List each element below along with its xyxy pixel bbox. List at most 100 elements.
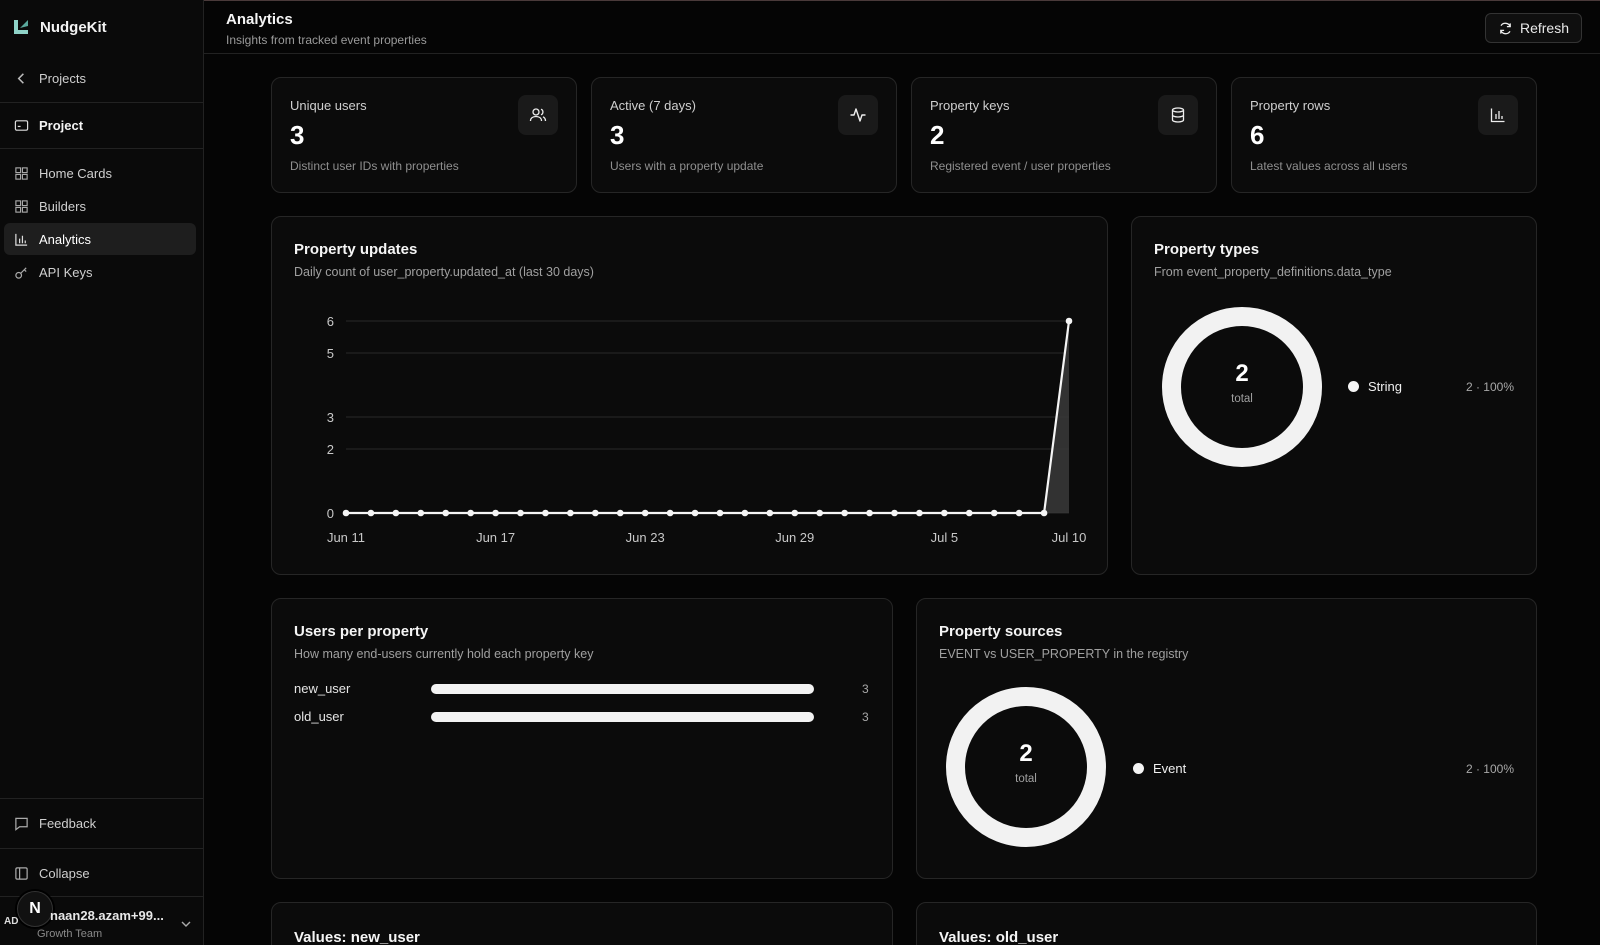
x-tick-label: Jun 29 xyxy=(775,530,814,545)
data-point xyxy=(342,509,350,517)
data-point xyxy=(916,509,923,517)
stat-label: Active (7 days) xyxy=(610,98,696,113)
y-tick-label: 2 xyxy=(327,442,334,457)
data-point xyxy=(766,509,774,517)
legend-dot xyxy=(1348,381,1359,392)
folder-icon xyxy=(14,119,29,131)
sidebar-divider xyxy=(0,798,204,799)
project-selector[interactable]: Project xyxy=(4,109,196,141)
data-point xyxy=(542,509,549,517)
stat-icon-box xyxy=(1478,95,1518,135)
sidebar-item-label: Home Cards xyxy=(39,165,112,181)
data-point xyxy=(965,509,973,517)
avatar[interactable]: N xyxy=(17,891,53,927)
bar-label: old_user xyxy=(294,709,344,724)
data-point xyxy=(866,509,873,517)
brand[interactable]: NudgeKit xyxy=(12,14,107,40)
data-point xyxy=(592,509,599,517)
refresh-label: Refresh xyxy=(1519,20,1569,36)
page-subtitle: Insights from tracked event properties xyxy=(226,33,427,47)
sidebar-item-analytics[interactable]: Analytics xyxy=(4,223,196,255)
card-subtitle: How many end-users currently hold each p… xyxy=(294,647,594,661)
stat-card-property-keys: Property keys 2 Registered event / user … xyxy=(911,77,1217,193)
bar-track xyxy=(431,712,814,722)
sidebar-item-api-keys[interactable]: API Keys xyxy=(4,256,196,288)
property-sources-card: Property sources EVENT vs USER_PROPERTY … xyxy=(916,598,1537,879)
data-point xyxy=(616,509,624,517)
data-point xyxy=(666,509,674,517)
y-tick-label: 5 xyxy=(327,346,334,361)
page-header: Analytics Insights from tracked event pr… xyxy=(204,0,1600,54)
bar-label: new_user xyxy=(294,681,351,696)
database-icon xyxy=(1171,107,1185,123)
chevron-left-icon xyxy=(17,72,24,84)
y-tick-label: 3 xyxy=(327,410,334,425)
x-tick-label: Jun 23 xyxy=(626,530,665,545)
stat-note: Distinct user IDs with properties xyxy=(290,159,459,173)
user-email: naan28.azam+99... xyxy=(50,908,164,923)
data-point xyxy=(641,509,649,517)
grid-icon xyxy=(15,166,28,180)
data-point xyxy=(891,509,898,517)
stat-label: Property keys xyxy=(930,98,1010,113)
page-title: Analytics xyxy=(226,11,293,28)
stat-label: Property rows xyxy=(1250,98,1331,113)
data-point xyxy=(392,509,400,517)
project-label: Project xyxy=(39,117,84,133)
sidebar-divider xyxy=(0,148,204,149)
refresh-button[interactable]: Refresh xyxy=(1484,13,1582,43)
user-team: Growth Team xyxy=(37,928,103,940)
stat-icon-box xyxy=(838,95,878,135)
x-tick-label: Jun 17 xyxy=(476,530,515,545)
card-title: Values: old_user xyxy=(939,929,1059,945)
card-title: Values: new_user xyxy=(294,929,420,945)
x-tick-label: Jul 10 xyxy=(1052,530,1087,545)
stat-note: Users with a property update xyxy=(610,159,764,173)
sidebar-item-label: Analytics xyxy=(39,231,92,247)
legend-dot xyxy=(1133,763,1144,774)
refresh-icon xyxy=(1500,22,1511,34)
data-point xyxy=(716,509,724,517)
sidebar-item-label: API Keys xyxy=(39,264,93,280)
data-point xyxy=(990,509,998,517)
bar-count: 3 xyxy=(862,682,869,696)
data-point xyxy=(492,509,499,517)
stat-icon-box xyxy=(518,95,558,135)
nudgekit-logo-icon xyxy=(14,20,28,34)
property-updates-chart: 0 2 3 5 6 Jun 11 Jun 17 Jun 23 Jun 29 Jul 5 Jul 10 xyxy=(327,314,1087,545)
data-point xyxy=(941,509,948,517)
sidebar-item-home-cards[interactable]: Home Cards xyxy=(4,157,196,189)
bar-chart-icon xyxy=(15,233,28,246)
chevron-down-icon[interactable] xyxy=(180,918,192,930)
stat-card-active-7-days: Active (7 days) 3 Users with a property … xyxy=(591,77,897,193)
data-point xyxy=(741,509,749,517)
stat-icon-box xyxy=(1158,95,1198,135)
stat-note: Registered event / user properties xyxy=(930,159,1111,173)
card-subtitle: From event_property_definitions.data_typ… xyxy=(1154,265,1392,279)
bar-track xyxy=(431,684,814,694)
data-point xyxy=(417,509,425,517)
stat-value: 3 xyxy=(290,120,305,150)
stat-card-property-rows: Property rows 6 Latest values across all… xyxy=(1231,77,1537,193)
x-tick-label: Jun 11 xyxy=(327,530,365,545)
values-old-user-card: Values: old_user xyxy=(916,902,1537,945)
avatar-letter: N xyxy=(29,900,41,917)
card-title: Property types xyxy=(1154,241,1260,258)
data-point xyxy=(517,509,524,517)
property-updates-card: Property updates Daily count of user_pro… xyxy=(271,216,1108,575)
feedback-button[interactable]: Feedback xyxy=(4,807,196,839)
sidebar-item-label: Builders xyxy=(39,198,86,214)
data-point xyxy=(1015,509,1023,517)
sidebar-item-builders[interactable]: Builders xyxy=(4,190,196,222)
y-tick-label: 0 xyxy=(327,506,334,521)
data-point xyxy=(791,509,799,517)
donut-caption: total xyxy=(1015,773,1037,785)
back-to-projects-link[interactable]: Projects xyxy=(4,62,196,94)
data-point xyxy=(467,509,474,517)
legend-value: 2 · 100% xyxy=(1465,762,1514,776)
stat-label: Unique users xyxy=(290,98,367,113)
collapse-button[interactable]: Collapse xyxy=(4,857,196,889)
legend-value: 2 · 100% xyxy=(1465,380,1514,394)
data-point xyxy=(841,509,848,517)
y-tick-label: 6 xyxy=(327,314,334,329)
